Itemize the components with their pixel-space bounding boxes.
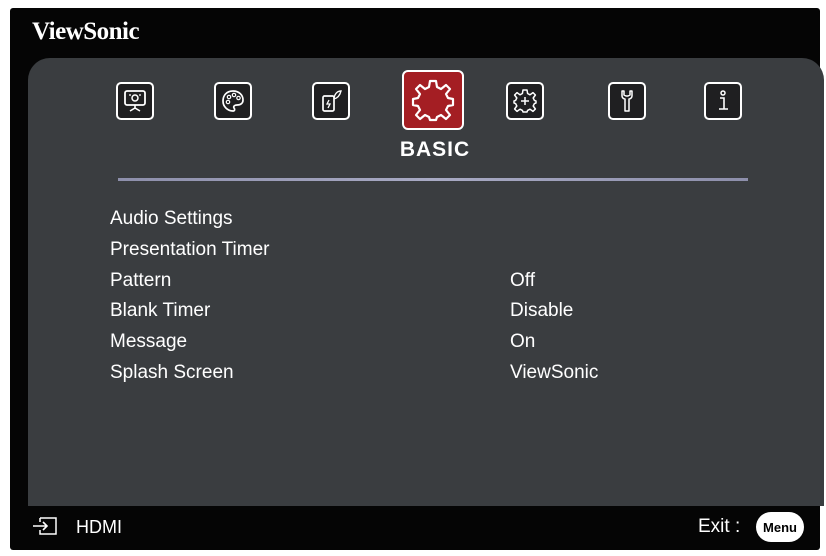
menu-item-audio-settings[interactable]: Audio Settings (110, 208, 730, 236)
header-divider (118, 178, 748, 181)
menu-item-splash-screen[interactable]: Splash Screen ViewSonic (110, 362, 730, 390)
tab-power-management[interactable] (312, 82, 350, 120)
brand-logo: ViewSonic (32, 18, 140, 45)
information-icon (719, 90, 728, 110)
osd-menu: ViewSonic BASIC Audio Settings Presentat… (10, 8, 824, 550)
exit-label: Exit : (698, 516, 741, 537)
tab-display[interactable] (116, 82, 154, 120)
menu-item-pattern[interactable]: Pattern Off (110, 270, 730, 298)
menu-item-value: Disable (510, 300, 574, 321)
menu-item-value: ViewSonic (510, 362, 599, 383)
active-tab-title: BASIC (399, 138, 471, 161)
tab-system[interactable] (608, 82, 646, 120)
menu-item-message[interactable]: Message On (110, 331, 730, 359)
system-wrench-icon (621, 90, 633, 112)
menu-item-value: Off (510, 270, 535, 291)
menu-button[interactable]: Menu (756, 512, 804, 542)
footer-bar: HDMI Exit : Menu (10, 506, 820, 550)
tab-advanced[interactable] (506, 82, 544, 120)
menu-item-label: Blank Timer (110, 300, 211, 321)
basic-settings-gear-icon (411, 79, 455, 122)
input-source-icon (33, 517, 57, 535)
menu-item-label: Splash Screen (110, 362, 234, 383)
menu-item-blank-timer[interactable]: Blank Timer Disable (110, 300, 730, 328)
advanced-settings-gear-icon (513, 89, 537, 113)
input-source-label: HDMI (76, 517, 122, 537)
tab-information[interactable] (704, 82, 742, 120)
menu-item-label: Presentation Timer (110, 239, 270, 260)
menu-item-presentation-timer[interactable]: Presentation Timer (110, 239, 730, 267)
power-management-icon (322, 90, 342, 112)
display-icon (124, 90, 146, 112)
menu-item-label: Audio Settings (110, 208, 233, 229)
menu-panel: BASIC Audio Settings Presentation Timer … (28, 58, 824, 506)
menu-item-value: On (510, 331, 536, 352)
tab-color[interactable] (214, 82, 252, 120)
menu-item-label: Message (110, 331, 188, 352)
tab-basic[interactable] (402, 70, 464, 130)
color-palette-icon (222, 90, 244, 112)
menu-item-label: Pattern (110, 270, 172, 291)
